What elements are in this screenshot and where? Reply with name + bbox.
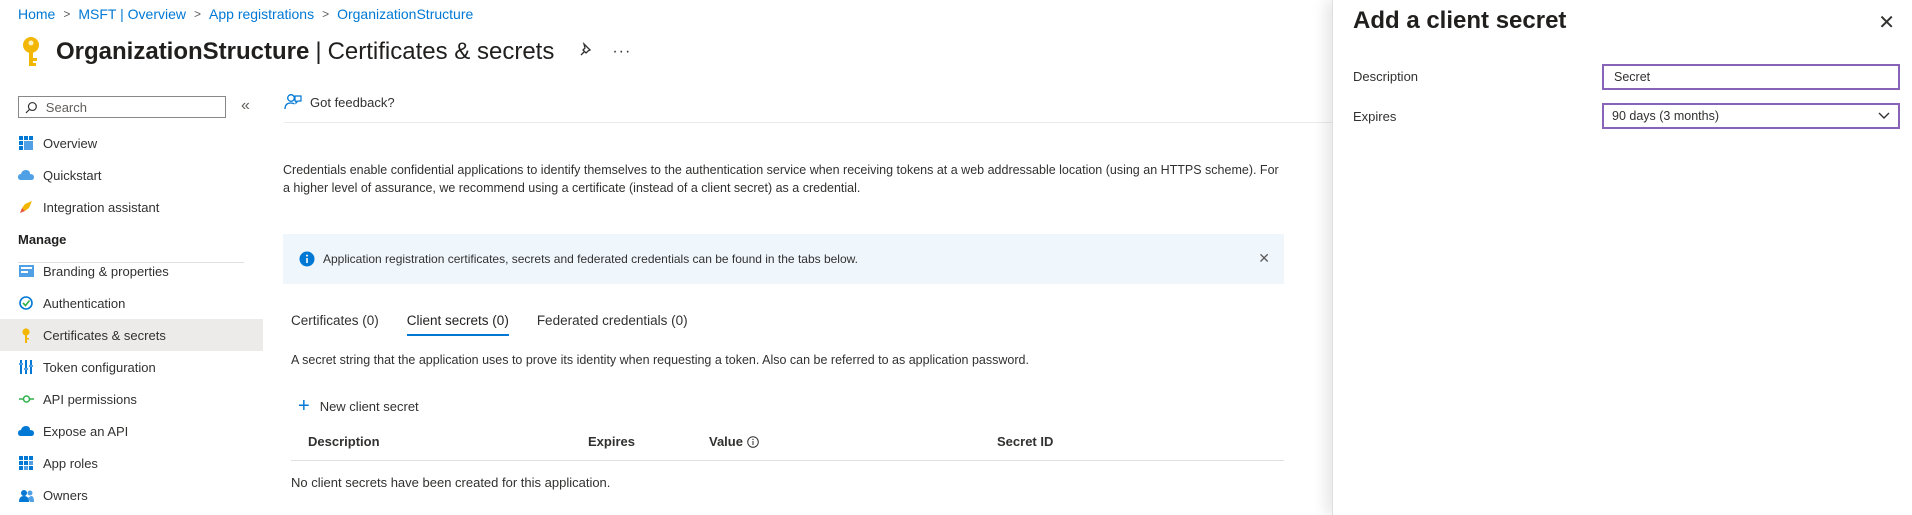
close-icon[interactable]: ✕: [1258, 250, 1270, 267]
sidebar-item-label: Authentication: [43, 295, 126, 311]
panel-title: Add a client secret: [1353, 7, 1567, 34]
chevron-down-icon: [1878, 112, 1890, 119]
sidebar-item-authentication[interactable]: Authentication: [0, 287, 263, 319]
sidebar-item-label: API permissions: [43, 391, 137, 407]
breadcrumb-app-registrations[interactable]: App registrations: [209, 6, 314, 22]
sidebar-item-label: Expose an API: [43, 423, 129, 439]
breadcrumb-home[interactable]: Home: [18, 6, 55, 22]
page-title-app: OrganizationStructure: [56, 38, 310, 65]
credentials-intro-text: Credentials enable confidential applicat…: [283, 163, 1279, 195]
breadcrumb-organization-structure[interactable]: OrganizationStructure: [337, 6, 473, 22]
secrets-table-header: Description Expires Value Secret ID: [291, 432, 1284, 461]
owners-icon: [18, 487, 34, 503]
sidebar-item-expose-api[interactable]: Expose an API: [0, 415, 263, 447]
breadcrumb-separator: >: [63, 7, 71, 21]
expires-dropdown[interactable]: 90 days (3 months): [1602, 103, 1900, 129]
sidebar-item-label: Token configuration: [43, 359, 156, 375]
title-divider: |: [315, 38, 322, 65]
overview-icon: [18, 135, 34, 151]
sidebar-item-label: Overview: [43, 135, 98, 151]
description-field[interactable]: [1602, 64, 1900, 90]
breadcrumb-separator: >: [194, 7, 202, 21]
tab-certificates[interactable]: Certificates (0): [291, 313, 379, 336]
add-client-secret-panel: Add a client secret ✕ Description Expire…: [1332, 0, 1912, 515]
sidebar-nav: Overview Quickstart Integration assistan…: [0, 127, 263, 511]
page-header: OrganizationStructure | Certificates & s…: [18, 34, 631, 70]
sidebar-item-label: Owners: [43, 487, 88, 503]
sidebar-item-quickstart[interactable]: Quickstart: [0, 159, 263, 191]
page-title-section: Certificates & secrets: [327, 38, 555, 65]
quickstart-icon: [18, 167, 34, 183]
pin-icon[interactable]: [578, 41, 594, 62]
branding-icon: [18, 263, 34, 279]
token-icon: [18, 359, 34, 375]
sidebar-item-label: Certificates & secrets: [43, 327, 166, 343]
info-icon: [299, 251, 315, 267]
feedback-label: Got feedback?: [310, 94, 395, 110]
column-header-expires: Expires: [588, 434, 635, 449]
app-roles-icon: [18, 455, 34, 471]
sidebar-section-manage: Manage: [18, 231, 67, 247]
sidebar-item-label: Integration assistant: [43, 199, 160, 215]
feedback-button[interactable]: Got feedback?: [284, 93, 395, 111]
sidebar-item-branding[interactable]: Branding & properties: [0, 255, 263, 287]
empty-table-message: No client secrets have been created for …: [291, 475, 611, 490]
column-header-description: Description: [308, 434, 380, 449]
tab-federated-credentials[interactable]: Federated credentials (0): [537, 313, 688, 336]
breadcrumb: Home > MSFT | Overview > App registratio…: [18, 6, 473, 22]
more-options-icon[interactable]: ···: [612, 43, 631, 61]
expires-label: Expires: [1353, 109, 1397, 124]
sidebar-item-label: Quickstart: [43, 167, 102, 183]
collapse-sidebar-icon[interactable]: «: [241, 97, 250, 115]
toolbar-divider: [284, 122, 1332, 123]
breadcrumb-separator: >: [322, 7, 330, 21]
sidebar-item-token-configuration[interactable]: Token configuration: [0, 351, 263, 383]
client-secrets-description: A secret string that the application use…: [291, 353, 1029, 367]
description-label: Description: [1353, 69, 1419, 84]
column-header-value: Value: [709, 434, 759, 449]
sidebar-item-app-roles[interactable]: App roles: [0, 447, 263, 479]
column-header-secret-id: Secret ID: [997, 434, 1054, 449]
sidebar-item-api-permissions[interactable]: API permissions: [0, 383, 263, 415]
close-icon[interactable]: ✕: [1878, 10, 1895, 35]
api-permissions-icon: [18, 391, 34, 407]
breadcrumb-msft-overview[interactable]: MSFT | Overview: [78, 6, 186, 22]
sidebar-item-label: App roles: [43, 455, 98, 471]
rocket-icon: [18, 199, 34, 215]
info-banner-text: Application registration certificates, s…: [323, 252, 858, 266]
plus-icon: +: [298, 395, 310, 417]
search-icon: [25, 101, 37, 113]
key-icon: [23, 37, 39, 66]
info-icon[interactable]: [747, 435, 759, 448]
feedback-icon: [284, 94, 302, 110]
cloud-icon: [18, 423, 34, 439]
description-input[interactable]: [1612, 69, 1890, 85]
tab-client-secrets[interactable]: Client secrets (0): [406, 313, 509, 336]
new-client-secret-button[interactable]: + New client secret: [298, 395, 419, 417]
sidebar-item-certificates-secrets[interactable]: Certificates & secrets: [0, 319, 263, 351]
sidebar-search[interactable]: [18, 96, 226, 118]
authentication-icon: [18, 295, 34, 311]
info-banner: Application registration certificates, s…: [283, 234, 1284, 284]
sidebar-search-input[interactable]: [43, 98, 225, 116]
key-icon: [18, 327, 34, 343]
sidebar-item-integration-assistant[interactable]: Integration assistant: [0, 191, 263, 223]
sidebar-item-owners[interactable]: Owners: [0, 479, 263, 511]
new-client-secret-label: New client secret: [319, 398, 419, 414]
sidebar-item-label: Branding & properties: [43, 263, 169, 279]
credential-tabs: Certificates (0) Client secrets (0) Fede…: [291, 313, 688, 336]
expires-selected-value: 90 days (3 months): [1612, 109, 1719, 123]
section-divider: [18, 262, 244, 263]
sidebar-item-overview[interactable]: Overview: [0, 127, 263, 159]
column-header-value-label: Value: [709, 434, 743, 449]
